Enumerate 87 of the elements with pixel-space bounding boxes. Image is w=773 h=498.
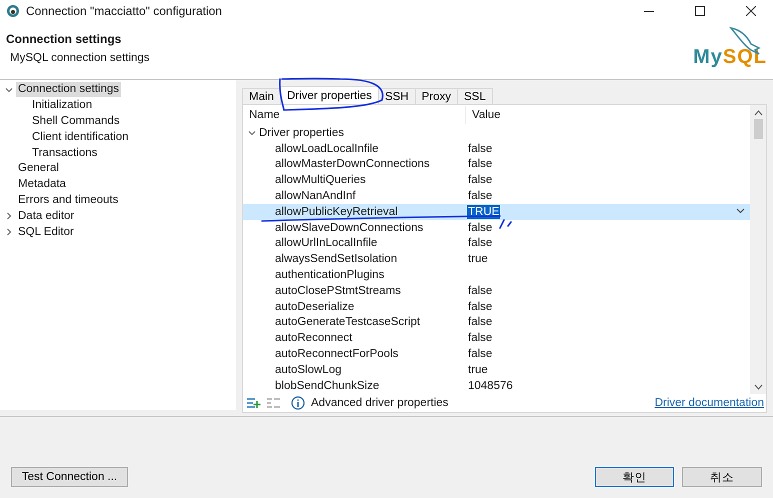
property-name: allowSlaveDownConnections [275, 222, 424, 234]
property-value: false [467, 220, 494, 235]
column-header[interactable]: Name [243, 106, 465, 124]
logo-text: SQL [722, 46, 767, 69]
tree-item[interactable]: Errors and timeouts [16, 192, 120, 208]
property-name: autoDeserialize [275, 300, 354, 313]
section-title: Connection settings [6, 32, 122, 46]
tree-item[interactable]: Connection settings [16, 82, 122, 98]
property-name: authenticationPlugins [275, 269, 384, 282]
close-icon [746, 6, 756, 16]
table-row[interactable]: allowPublicKeyRetrieval TRUE [243, 204, 750, 220]
table-row[interactable]: autoSlowLog true [243, 362, 750, 378]
tree-item[interactable]: Initialization [30, 98, 94, 114]
column-header[interactable]: Value [465, 106, 585, 124]
property-value: 1048576 [467, 378, 514, 393]
table-row[interactable]: authenticationPlugins [243, 267, 750, 283]
property-name: allowMasterDownConnections [275, 158, 430, 170]
table-row[interactable]: allowMultiQueries false [243, 172, 750, 188]
table-row[interactable]: blobSendChunkSize 1048576 [243, 378, 750, 394]
tree-item[interactable]: General [16, 161, 61, 176]
property-name: allowMultiQueries [275, 174, 366, 186]
logo-text: My [693, 46, 723, 69]
tab[interactable]: SSL [457, 88, 493, 104]
table-row[interactable]: allowSlaveDownConnections false [243, 220, 750, 236]
table-row[interactable]: autoReconnect false [243, 330, 750, 346]
scroll-up-icon[interactable] [754, 109, 762, 117]
cancel-button[interactable]: 취소 [682, 467, 762, 487]
collapse-rows-icon[interactable] [267, 396, 281, 409]
tree-item[interactable]: Transactions [30, 146, 100, 161]
table-row[interactable]: allowUrlInLocalInfile false [243, 236, 750, 252]
table-row[interactable]: alwaysSendSetIsolation true [243, 251, 750, 268]
tab[interactable]: Proxy [414, 88, 458, 104]
chevron-icon[interactable] [4, 211, 14, 222]
property-name: allowPublicKeyRetrieval [275, 206, 398, 218]
info-text: Advanced driver properties [311, 396, 450, 409]
table-row[interactable]: allowNanAndInf false [243, 188, 750, 204]
property-name: blobSendChunkSize [275, 380, 380, 392]
property-value: false [467, 315, 494, 330]
table-row[interactable]: autoReconnectForPools false [243, 346, 750, 362]
property-value: false [467, 142, 494, 156]
scroll-thumb[interactable] [754, 119, 762, 139]
table-row[interactable]: allowMasterDownConnections false [243, 156, 750, 172]
add-rows-icon[interactable] [247, 396, 261, 409]
ok-button[interactable]: 확인 [595, 467, 674, 487]
info-icon [291, 396, 305, 410]
maximize-icon [694, 6, 704, 16]
tab[interactable]: Main [242, 88, 281, 104]
scrollbar-track[interactable] [750, 105, 766, 394]
table-row[interactable]: autoDeserialize false [243, 298, 750, 315]
pen-mark-drawing [499, 219, 512, 229]
property-value: false [467, 236, 494, 250]
tree-item[interactable]: Shell Commands [30, 114, 122, 129]
tab[interactable]: Driver properties [280, 86, 379, 104]
tree-item[interactable]: Data editor [16, 208, 76, 224]
table-row[interactable]: autoClosePStmtStreams false [243, 282, 750, 299]
property-name: alwaysSendSetIsolation [275, 253, 398, 266]
property-value: false [467, 347, 494, 362]
property-name: autoReconnectForPools [275, 348, 398, 360]
scroll-down-icon[interactable] [754, 382, 762, 391]
section-subtitle: MySQL connection settings [9, 52, 150, 64]
property-value: false [467, 173, 494, 188]
property-name: autoSlowLog [275, 364, 342, 376]
window-title: Connection "macciatto" configuration [26, 4, 223, 18]
tree-item[interactable]: Metadata [16, 177, 68, 192]
chevron-icon[interactable] [4, 227, 14, 238]
property-value: true [467, 362, 489, 377]
group-label[interactable]: Driver properties [259, 126, 344, 139]
property-value: false [467, 331, 494, 346]
tree-item[interactable]: Client identification [30, 130, 131, 145]
property-value: false [467, 189, 494, 204]
tree-item[interactable]: SQL Editor [16, 224, 76, 240]
property-name: allowNanAndInf [275, 190, 356, 202]
property-name: autoGenerateTestcaseScript [275, 316, 420, 328]
property-value: false [467, 300, 494, 314]
property-name: allowUrlInLocalInfile [275, 237, 378, 250]
app-icon [6, 4, 20, 18]
table-row[interactable]: allowLoadLocalInfile false [243, 140, 750, 157]
documentation-link[interactable]: Driver documentation [654, 396, 766, 409]
property-name: autoClosePStmtStreams [275, 284, 401, 297]
property-value: false [467, 157, 494, 172]
property-value: false [467, 284, 494, 298]
test-connection-button[interactable]: Test Connection ... [11, 467, 128, 487]
property-name: allowLoadLocalInfile [275, 142, 379, 155]
table-row[interactable]: autoGenerateTestcaseScript false [243, 314, 750, 330]
chevron-down-icon [736, 208, 744, 214]
property-name: autoReconnect [275, 332, 352, 344]
property-value: true [467, 252, 489, 266]
